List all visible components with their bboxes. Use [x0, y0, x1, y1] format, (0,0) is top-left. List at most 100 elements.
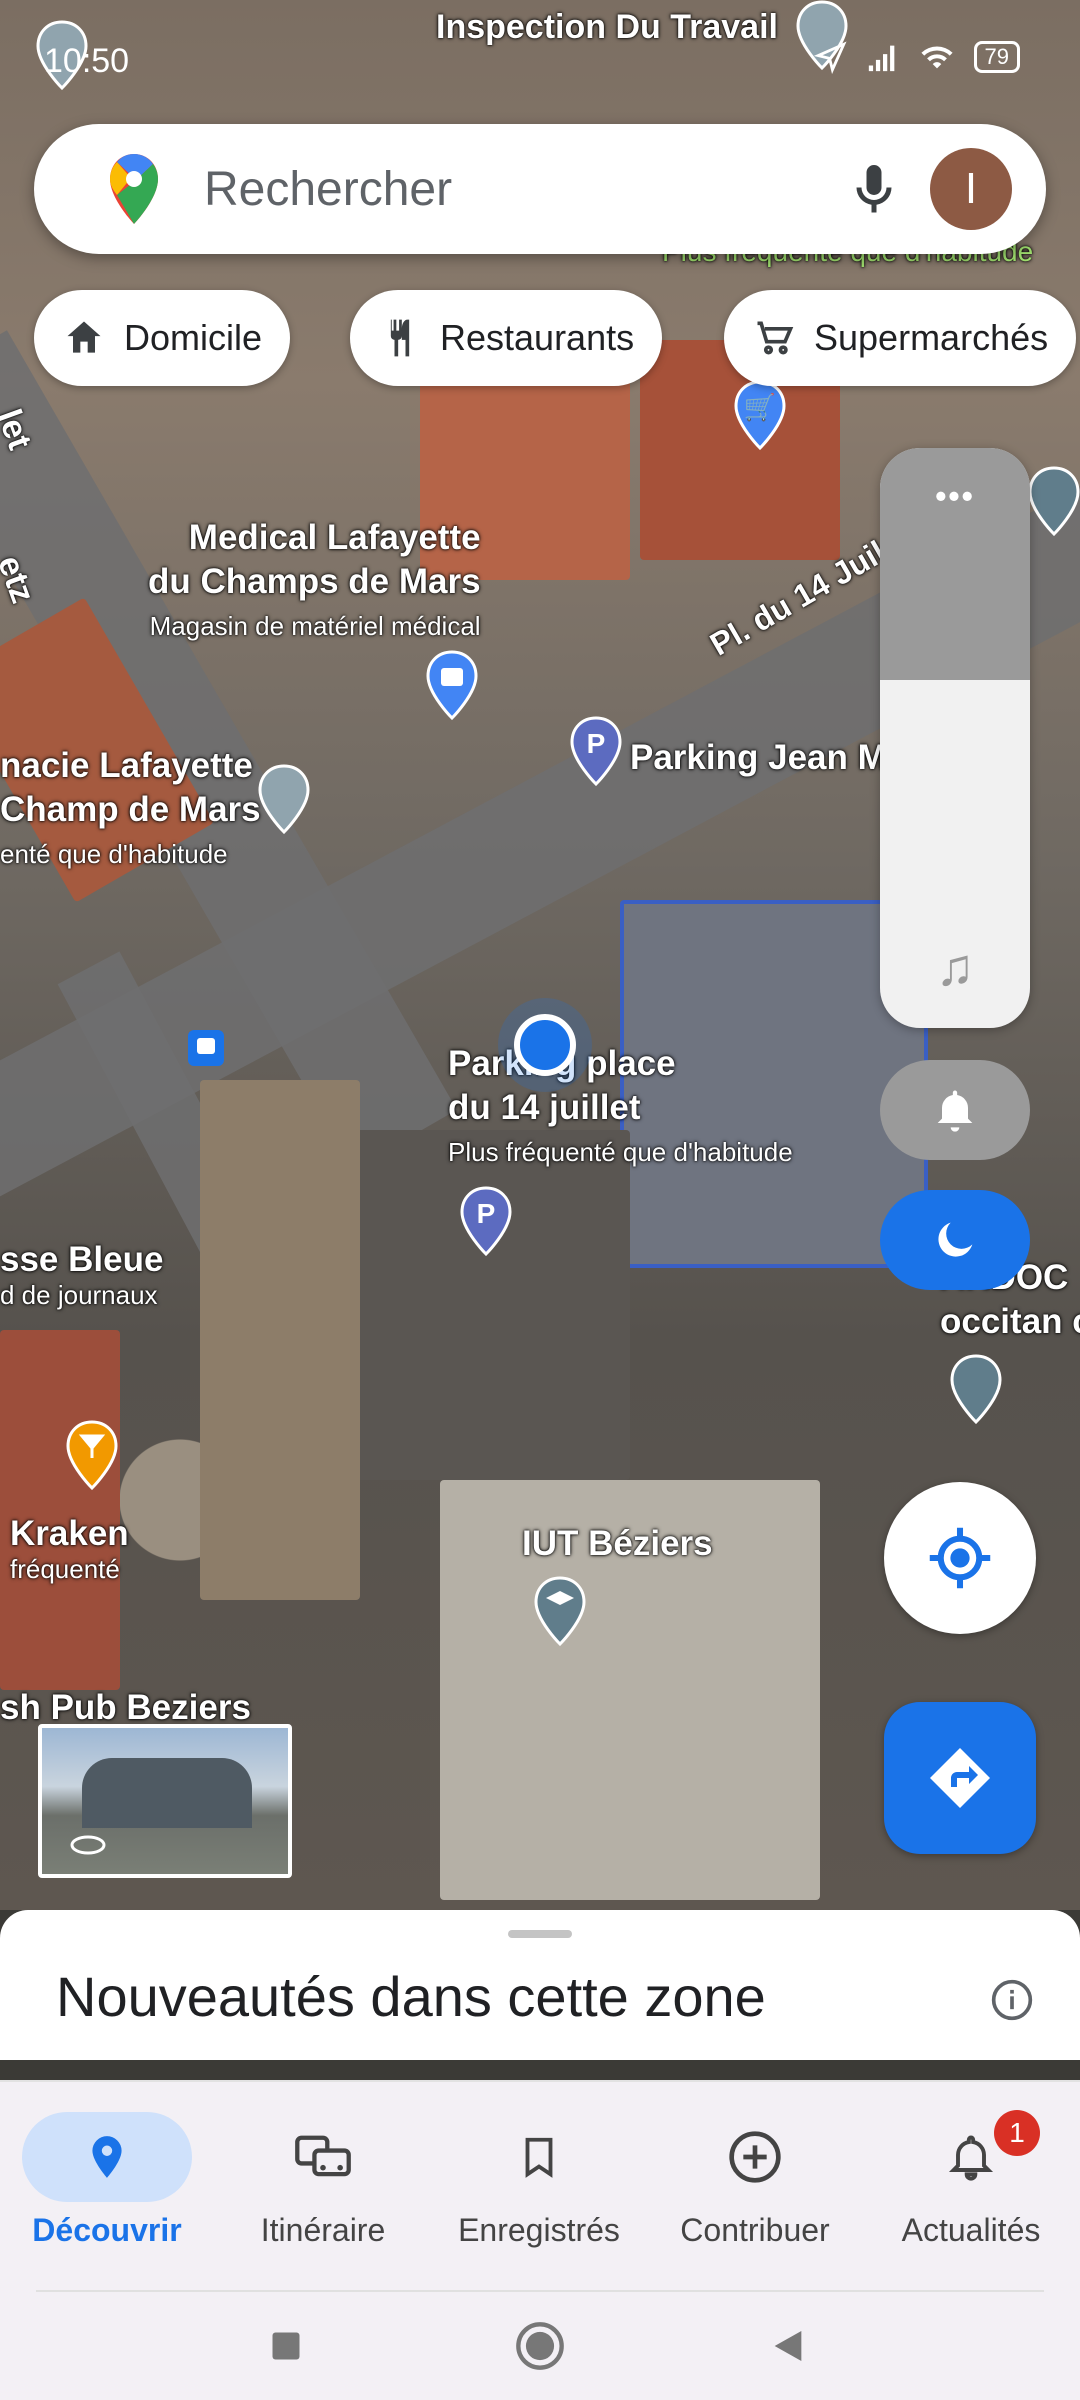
- divider: [36, 2290, 1044, 2292]
- bar-pin-icon[interactable]: [64, 1420, 120, 1490]
- bell-icon: [948, 2135, 994, 2181]
- bell-icon: [937, 1090, 973, 1132]
- map-label-medical[interactable]: Medical Lafayette du Champs de Mars Maga…: [148, 516, 481, 648]
- parking-pin-icon[interactable]: P: [458, 1186, 514, 1256]
- parking-pin-icon[interactable]: P: [568, 716, 624, 786]
- chip-label: Restaurants: [440, 317, 635, 358]
- svg-text:🛒: 🛒: [744, 392, 776, 422]
- drag-handle[interactable]: [508, 1930, 572, 1938]
- my-location-button[interactable]: [884, 1482, 1036, 1634]
- building: [0, 1330, 120, 1690]
- do-not-disturb-button[interactable]: [880, 1190, 1030, 1290]
- nav-icon-wrap: [670, 2112, 840, 2202]
- cart-icon: [757, 321, 794, 355]
- home-icon: [67, 321, 101, 353]
- map-label-pharmacie[interactable]: nacie Lafayette Champ de Mars enté que d…: [0, 744, 261, 876]
- nav-icon-wrap: [454, 2112, 624, 2202]
- shopping-bag-pin-icon[interactable]: [424, 650, 480, 720]
- map-label-kraken[interactable]: Kraken fréquenté: [10, 1514, 129, 1585]
- chip-supermarches[interactable]: Supermarchés: [724, 290, 1077, 386]
- nav-label: Enregistrés: [458, 2212, 620, 2248]
- volume-slider[interactable]: ••• ♫: [880, 448, 1030, 1028]
- map-label-parking-jean[interactable]: Parking Jean M: [630, 738, 887, 778]
- microphone-icon[interactable]: [844, 158, 904, 222]
- nav-label: Itinéraire: [260, 2212, 386, 2248]
- directions-icon: [930, 1748, 990, 1808]
- medical-name-2: du Champs de Mars: [148, 562, 481, 601]
- battery-level: 79: [973, 41, 1020, 73]
- restaurant-icon: [390, 319, 410, 357]
- parking-place-name-2: du 14 juillet: [448, 1088, 641, 1127]
- avatar[interactable]: I: [930, 148, 1012, 230]
- chip-domicile[interactable]: Domicile: [34, 290, 291, 386]
- chip-restaurants[interactable]: Restaurants: [350, 290, 663, 386]
- bookmark-icon: [525, 2137, 553, 2178]
- nav-label: Actualités: [901, 2212, 1041, 2248]
- kraken-name: Kraken: [10, 1514, 129, 1553]
- bottom-sheet[interactable]: Nouveautés dans cette zone: [0, 1910, 1080, 2060]
- bottom-navigation: Découvrir Itinéraire Enregistrés Contrib…: [0, 2080, 1080, 2292]
- ardoc-name-2: occitan c: [940, 1302, 1080, 1341]
- system-navigation-bar: [0, 2290, 1080, 2400]
- commute-icon: [295, 2135, 351, 2177]
- status-time: 10:50: [44, 42, 130, 80]
- explore-pin-icon: [92, 2136, 122, 2178]
- svg-text:P: P: [477, 1198, 496, 1229]
- back-triangle-icon[interactable]: [768, 2326, 808, 2366]
- info-icon[interactable]: [990, 1978, 1034, 2022]
- nav-contribuer[interactable]: Contribuer: [650, 2112, 860, 2249]
- status-icons: 79: [813, 40, 1020, 74]
- book-pin-icon[interactable]: [1026, 466, 1080, 536]
- more-options-icon[interactable]: •••: [880, 478, 1030, 515]
- moon-icon: [938, 1222, 973, 1257]
- presse-category: d de journaux: [0, 1280, 158, 1310]
- nav-itineraire[interactable]: Itinéraire: [218, 2112, 428, 2249]
- map-label-iut[interactable]: IUT Béziers: [522, 1524, 713, 1564]
- chip-label: Supermarchés: [814, 317, 1049, 358]
- status-bar: 10:50 79: [0, 0, 1080, 120]
- book-pin-icon[interactable]: [948, 1354, 1004, 1424]
- nav-icon-wrap: 1: [886, 2110, 1056, 2202]
- pharmacie-name: nacie Lafayette: [0, 746, 253, 785]
- music-note-icon: ♫: [935, 939, 975, 997]
- medical-category: Magasin de matériel médical: [149, 611, 481, 641]
- notification-badge: 1: [994, 2110, 1040, 2156]
- nav-actualites[interactable]: 1 Actualités: [866, 2110, 1076, 2249]
- nav-decouvrir[interactable]: Découvrir: [2, 2112, 212, 2249]
- current-location-dot: [514, 1014, 576, 1076]
- location-pin-icon[interactable]: [256, 764, 312, 834]
- recents-square-icon[interactable]: [268, 2328, 304, 2364]
- wifi-icon: [920, 46, 953, 69]
- location-arrow-icon: [813, 41, 847, 74]
- sheet-title: Nouveautés dans cette zone: [56, 1965, 766, 2028]
- nav-icon-wrap: [22, 2112, 192, 2202]
- parking-place-status: Plus fréquenté que d'habitude: [448, 1137, 793, 1167]
- pharmacie-name-2: Champ de Mars: [0, 790, 261, 829]
- plaza: [200, 1080, 360, 1600]
- nav-icon-wrap: [238, 2112, 408, 2202]
- thumbnail-building: [82, 1758, 252, 1828]
- search-bar[interactable]: Rechercher I: [34, 124, 1046, 254]
- map-label-parking-place[interactable]: Parking place du 14 juillet Plus fréquen…: [448, 1042, 793, 1174]
- bus-stop-icon[interactable]: [186, 1028, 226, 1068]
- kraken-status: fréquenté: [10, 1554, 120, 1584]
- pharmacie-status: enté que d'habitude: [0, 839, 228, 869]
- chip-label: Domicile: [124, 317, 263, 358]
- search-input[interactable]: Rechercher: [204, 162, 452, 217]
- map-label-pub[interactable]: sh Pub Beziers: [0, 1688, 251, 1728]
- google-maps-logo-icon: [110, 154, 158, 224]
- 360-icon: [70, 1835, 106, 1855]
- street-view-thumbnail[interactable]: [38, 1724, 292, 1878]
- map-label-presse[interactable]: sse Bleue d de journaux: [0, 1240, 163, 1311]
- school-pin-icon[interactable]: [532, 1576, 588, 1646]
- presse-name: sse Bleue: [0, 1240, 164, 1279]
- svg-text:P: P: [587, 728, 606, 759]
- shopping-cart-pin-icon[interactable]: 🛒: [732, 380, 788, 450]
- directions-button[interactable]: [884, 1702, 1036, 1854]
- home-circle-icon[interactable]: [514, 2320, 566, 2372]
- nav-label: Contribuer: [680, 2212, 830, 2248]
- ring-mode-button[interactable]: [880, 1060, 1030, 1160]
- my-location-icon: [929, 1527, 991, 1589]
- nav-enregistres[interactable]: Enregistrés: [434, 2112, 644, 2249]
- medical-name: Medical Lafayette: [188, 518, 481, 557]
